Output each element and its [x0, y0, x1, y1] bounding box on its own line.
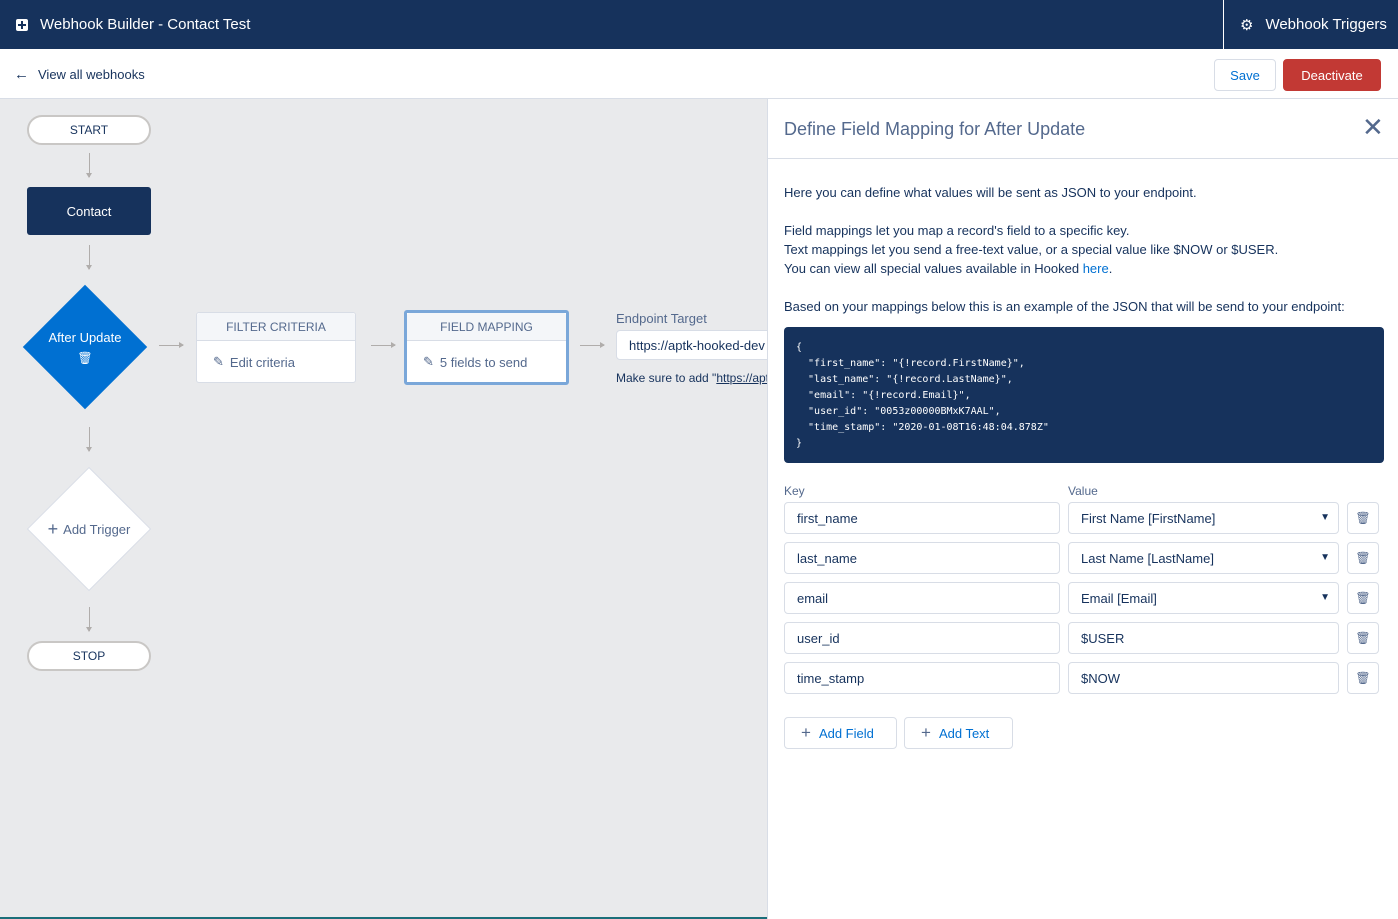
endpoint-hint-link[interactable]: https://apt — [716, 371, 767, 385]
mapping-value-text: Email [Email] — [1081, 590, 1157, 606]
stop-node: STOP — [27, 641, 151, 671]
connector-arrow — [86, 153, 92, 178]
mapping-key-input[interactable]: time_stamp — [784, 662, 1060, 694]
trash-icon: 🗑 — [1355, 551, 1371, 565]
close-icon[interactable]: ✕ — [1362, 114, 1384, 140]
delete-mapping-button[interactable]: 🗑 — [1347, 502, 1379, 534]
mapping-value-input[interactable]: $NOW — [1068, 662, 1339, 694]
filter-criteria-title: FILTER CRITERIA — [197, 313, 355, 341]
trash-icon: 🗑 — [1355, 671, 1371, 685]
field-mapping-title: FIELD MAPPING — [407, 313, 566, 341]
add-text-label: Add Text — [938, 725, 990, 741]
panel-field-mapping-info: Field mappings let you map a record's fi… — [784, 223, 1130, 238]
trash-icon: 🗑 — [1355, 631, 1371, 645]
connector-arrow — [86, 427, 92, 452]
back-label: View all webhooks — [38, 66, 145, 82]
mapping-value-select[interactable]: Email [Email] ▼ — [1068, 582, 1339, 614]
save-button[interactable]: Save — [1214, 59, 1276, 91]
connector-arrow — [580, 342, 605, 348]
mapping-key-input[interactable]: first_name — [784, 502, 1060, 534]
field-mapping-panel: Define Field Mapping for After Update ✕ … — [767, 99, 1398, 919]
trash-icon: 🗑 — [1355, 511, 1371, 525]
webhook-triggers-link[interactable]: ⚙ Webhook Triggers — [1223, 0, 1398, 49]
deactivate-button[interactable]: Deactivate — [1283, 59, 1381, 91]
start-node: START — [27, 115, 151, 145]
delete-mapping-button[interactable]: 🗑 — [1347, 582, 1379, 614]
panel-example-label: Based on your mappings below this is an … — [784, 299, 1345, 314]
edit-criteria-link[interactable]: Edit criteria — [230, 355, 295, 370]
mapping-value-text: First Name [FirstName] — [1081, 510, 1216, 526]
connector-arrow — [159, 342, 184, 348]
chevron-down-icon: ▼ — [1320, 592, 1330, 603]
key-column-label: Key — [784, 484, 805, 498]
mapping-key-input[interactable]: last_name — [784, 542, 1060, 574]
add-trigger-node[interactable]: + Add Trigger — [27, 467, 151, 591]
flow-canvas: START Contact After Update 🗑 FILTER CRIT… — [0, 99, 767, 919]
value-column-label: Value — [1068, 484, 1098, 498]
panel-title: Define Field Mapping for After Update — [784, 119, 1086, 139]
sub-header: ← View all webhooks Save Deactivate — [0, 49, 1398, 99]
mapping-value-select[interactable]: Last Name [LastName] ▼ — [1068, 542, 1339, 574]
json-example: { "first_name": "{!record.FirstName}", "… — [784, 327, 1384, 463]
panel-header: Define Field Mapping for After Update ✕ — [768, 99, 1398, 159]
endpoint-hint-prefix: Make sure to add " — [616, 371, 717, 385]
view-all-webhooks-link[interactable]: ← View all webhooks — [14, 49, 145, 99]
endpoint-target-label: Endpoint Target — [616, 311, 707, 326]
connector-arrow — [86, 607, 92, 632]
panel-special-values-info: You can view all special values availabl… — [784, 261, 1112, 276]
trigger-node-after-update[interactable]: After Update 🗑 — [22, 285, 148, 409]
delete-mapping-button[interactable]: 🗑 — [1347, 542, 1379, 574]
connector-arrow — [86, 245, 92, 270]
panel-text-mapping-info: Text mappings let you send a free-text v… — [784, 242, 1279, 257]
plus-icon: + — [921, 723, 931, 742]
special-values-here-link[interactable]: here — [1083, 261, 1109, 276]
fields-to-send-link[interactable]: 5 fields to send — [440, 355, 527, 370]
panel-intro: Here you can define what values will be … — [784, 185, 1197, 200]
mapping-key-input[interactable]: email — [784, 582, 1060, 614]
trash-icon[interactable]: 🗑 — [77, 351, 92, 365]
filter-criteria-card[interactable]: FILTER CRITERIA ✎ Edit criteria — [196, 312, 356, 383]
app-title: Webhook Builder - Contact Test — [16, 0, 250, 49]
pencil-icon: ✎ — [423, 354, 434, 369]
mapping-value-text: Last Name [LastName] — [1081, 550, 1214, 566]
trigger-node-label: After Update — [48, 329, 122, 345]
mapping-value-input[interactable]: $USER — [1068, 622, 1339, 654]
trash-icon: 🗑 — [1355, 591, 1371, 605]
special-values-suffix: . — [1108, 261, 1113, 276]
app-title-text: Webhook Builder - Contact Test — [40, 16, 251, 33]
webhook-triggers-label: Webhook Triggers — [1265, 16, 1387, 33]
plus-icon: + — [801, 723, 811, 742]
add-trigger-label: Add Trigger — [63, 521, 131, 537]
plus-icon: + — [47, 518, 59, 539]
add-text-button[interactable]: + Add Text — [904, 717, 1013, 749]
mapping-value-select[interactable]: First Name [FirstName] ▼ — [1068, 502, 1339, 534]
arrow-left-icon: ← — [14, 65, 29, 83]
special-values-prefix: You can view all special values availabl… — [784, 261, 1083, 276]
gear-icon: ⚙ — [1240, 16, 1254, 34]
pencil-icon: ✎ — [213, 354, 224, 369]
connector-arrow — [371, 342, 396, 348]
add-field-label: Add Field — [818, 725, 874, 741]
mapping-key-input[interactable]: user_id — [784, 622, 1060, 654]
field-mapping-card[interactable]: FIELD MAPPING ✎ 5 fields to send — [404, 310, 569, 385]
add-field-button[interactable]: + Add Field — [784, 717, 897, 749]
chevron-down-icon: ▼ — [1320, 552, 1330, 563]
delete-mapping-button[interactable]: 🗑 — [1347, 662, 1379, 694]
delete-mapping-button[interactable]: 🗑 — [1347, 622, 1379, 654]
app-icon — [16, 18, 28, 31]
object-node-contact[interactable]: Contact — [27, 187, 151, 235]
endpoint-hint: Make sure to add "https://apt — [616, 371, 767, 385]
endpoint-target-input[interactable]: https://aptk-hooked-dev — [616, 330, 767, 360]
chevron-down-icon: ▼ — [1320, 512, 1330, 523]
top-header: Webhook Builder - Contact Test ⚙ Webhook… — [0, 0, 1398, 49]
